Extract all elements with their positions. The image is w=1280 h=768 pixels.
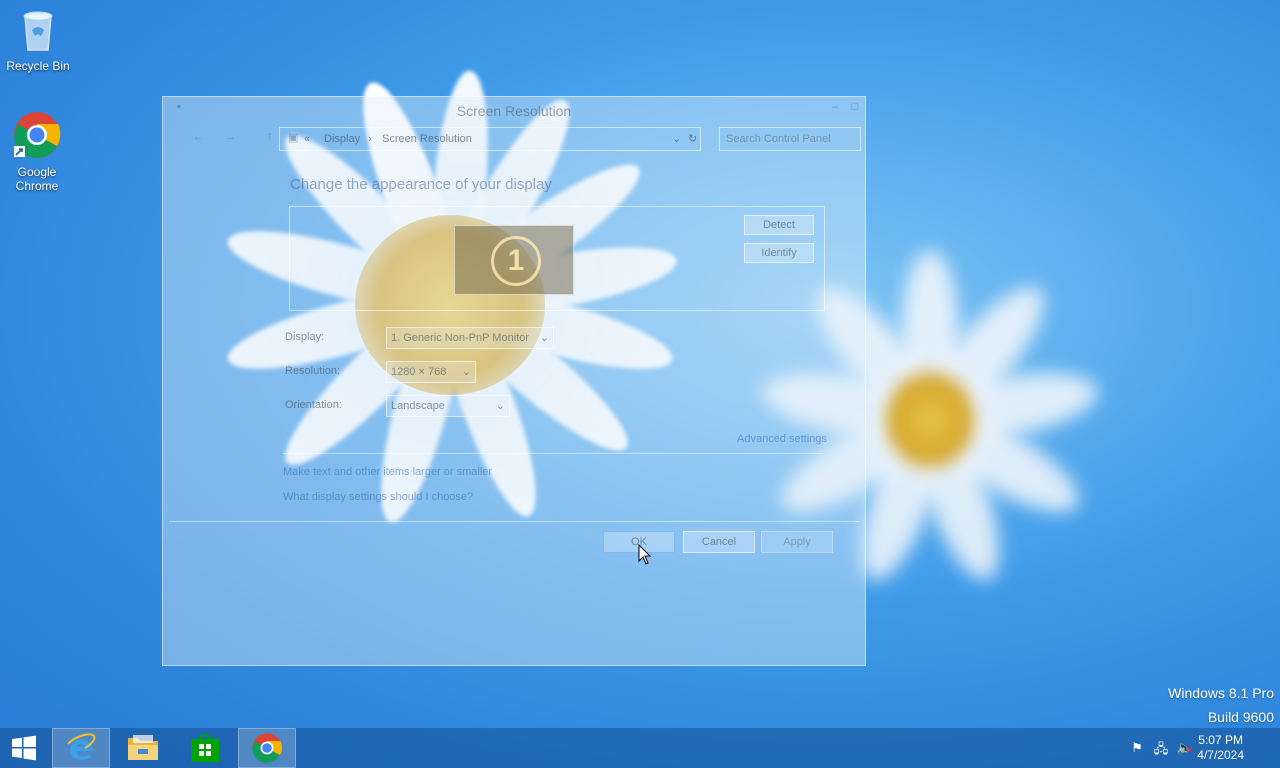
- page-heading: Change the appearance of your display: [290, 176, 552, 193]
- window-titlebar[interactable]: ▪ Screen Resolution ‒ □: [163, 97, 865, 125]
- detect-button[interactable]: Detect: [744, 215, 814, 235]
- back-icon[interactable]: ←: [193, 131, 204, 143]
- windows-build-text: Build 9600: [1207, 709, 1274, 725]
- breadcrumb-screen-resolution[interactable]: Screen Resolution: [382, 133, 472, 145]
- address-dropdown-icon[interactable]: ⌄: [672, 132, 681, 145]
- internet-explorer-icon: [67, 733, 96, 760]
- action-center-flag-icon[interactable]: ⚑: [1128, 740, 1146, 756]
- text-size-link[interactable]: Make text and other items larger or smal…: [283, 466, 492, 478]
- identify-button[interactable]: Identify: [744, 243, 814, 263]
- breadcrumb-display[interactable]: Display: [324, 133, 360, 145]
- file-explorer-icon: [128, 735, 158, 760]
- clock-time: 5:07 PM: [1198, 733, 1243, 747]
- taskbar-store[interactable]: [176, 728, 234, 768]
- display-select[interactable]: 1. Generic Non-PnP Monitor ⌄: [386, 327, 554, 349]
- display-select-value: 1. Generic Non-PnP Monitor: [391, 332, 529, 344]
- chrome-icon: [252, 733, 282, 763]
- chevron-down-icon: ⌄: [495, 400, 505, 412]
- divider: [169, 521, 859, 522]
- display-help-link[interactable]: What display settings should I choose?: [283, 491, 473, 503]
- recycle-bin-icon: [23, 11, 53, 51]
- taskbar-file-explorer[interactable]: [114, 728, 172, 768]
- up-icon[interactable]: ↑: [267, 130, 273, 142]
- start-icon: [12, 735, 36, 761]
- search-control-panel-input[interactable]: Search Control Panel: [719, 127, 861, 151]
- minimize-button[interactable]: ‒: [825, 101, 845, 117]
- window-title: Screen Resolution: [456, 103, 572, 119]
- breadcrumb-prefix: «: [304, 133, 311, 145]
- search-placeholder: Search Control Panel: [726, 133, 831, 145]
- forward-icon[interactable]: →: [225, 131, 236, 143]
- monitor-number: 1: [491, 236, 541, 286]
- cancel-button[interactable]: Cancel: [683, 531, 755, 553]
- desktop-icon-recycle-bin[interactable]: Recycle Bin: [0, 6, 76, 73]
- network-icon[interactable]: 🖧: [1152, 740, 1170, 756]
- system-clock[interactable]: 5:07 PM 4/7/2024: [1197, 733, 1244, 763]
- navigation-bar: ← → ↑ ▣ « Display › Screen Resolution ⌄ …: [183, 127, 861, 151]
- orientation-select-value: Landscape: [391, 400, 445, 412]
- breadcrumb-separator: ›: [368, 133, 372, 145]
- chevron-down-icon: ⌄: [461, 366, 471, 378]
- chrome-icon: [13, 112, 61, 158]
- taskbar-chrome[interactable]: [238, 728, 296, 768]
- divider: [283, 453, 823, 454]
- display-label: Display:: [285, 331, 325, 343]
- monitor-1-thumbnail[interactable]: 1: [454, 225, 574, 295]
- maximize-button[interactable]: □: [845, 101, 865, 117]
- orientation-label: Orientation:: [285, 399, 342, 411]
- resolution-label: Resolution:: [285, 365, 341, 377]
- windows-version-text: Windows 8.1 Pro: [1168, 685, 1274, 701]
- resolution-select[interactable]: 1280 × 768 ⌄: [386, 361, 476, 383]
- volume-muted-icon[interactable]: 🔈 ✕: [1176, 740, 1194, 756]
- refresh-icon[interactable]: ↻: [688, 132, 697, 145]
- address-bar[interactable]: ▣ « Display › Screen Resolution ⌄ ↻: [279, 127, 701, 151]
- orientation-select[interactable]: Landscape ⌄: [386, 395, 510, 417]
- clock-date: 4/7/2024: [1197, 748, 1244, 762]
- desktop-icon-label: Google Chrome: [15, 165, 59, 193]
- control-panel-icon: ▣: [288, 132, 299, 144]
- taskbar-internet-explorer[interactable]: [52, 728, 110, 768]
- chevron-down-icon: ⌄: [539, 332, 549, 344]
- desktop-icon-google-chrome[interactable]: Google Chrome: [0, 110, 74, 193]
- advanced-settings-link[interactable]: Advanced settings: [737, 433, 827, 445]
- mouse-cursor: [638, 544, 652, 565]
- store-icon: [191, 734, 219, 762]
- start-button[interactable]: [0, 728, 48, 768]
- apply-button[interactable]: Apply: [761, 531, 833, 553]
- taskbar: ⚑ 🖧 🔈 ✕ 5:07 PM 4/7/2024: [0, 728, 1280, 768]
- screen-resolution-window[interactable]: ▪ Screen Resolution ‒ □ ← → ↑ ▣ « Displa…: [162, 96, 866, 666]
- resolution-select-value: 1280 × 768: [391, 366, 447, 378]
- monitor-preview-area: 1 Detect Identify: [289, 206, 825, 311]
- desktop-icon-label: Recycle Bin: [6, 59, 70, 73]
